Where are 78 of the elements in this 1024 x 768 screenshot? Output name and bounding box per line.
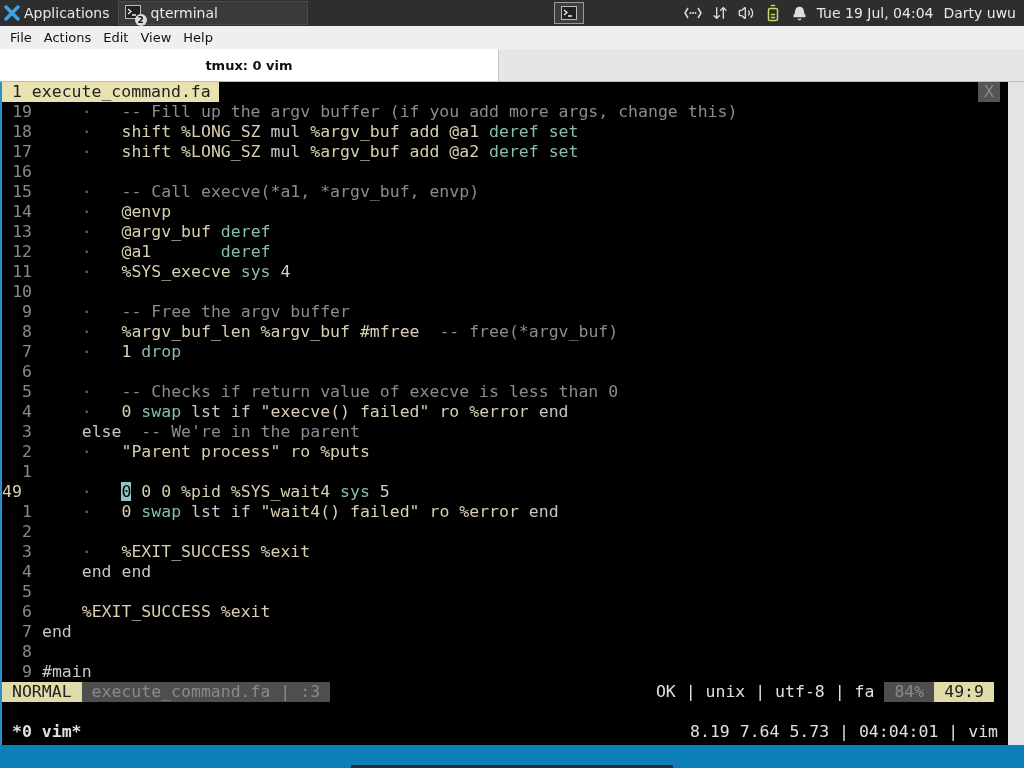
line-number: 49: [2, 482, 23, 502]
menu-item[interactable]: Actions: [37, 30, 98, 45]
line-number: 5: [21, 582, 33, 602]
code-line: · @a1 deref: [80, 242, 271, 262]
code-line: · %SYS_execve sys 4: [80, 262, 291, 282]
menu-item[interactable]: File: [4, 30, 38, 45]
line-number: 4: [21, 402, 33, 422]
file-status: execute_command.fa | :3: [81, 682, 331, 702]
terminal-icon: [560, 5, 577, 21]
line-number: 10: [11, 282, 33, 302]
line-number: 6: [21, 362, 33, 382]
line-number: 19: [11, 102, 33, 122]
code-line: end end: [80, 562, 152, 582]
applications-menu[interactable]: Applications: [0, 0, 116, 26]
task-label: qterminal: [150, 5, 218, 21]
line-number: 9: [21, 662, 33, 682]
user-name[interactable]: Darty uwu: [943, 5, 1016, 21]
line-number: 4: [21, 562, 33, 582]
code-line: · %EXIT_SUCCESS %exit: [80, 542, 311, 562]
code-line: · shift %LONG_SZ mul %argv_buf add @a2 deref set: [80, 142, 579, 162]
code-line: · 1 drop: [80, 342, 182, 362]
code-line: · 0 swap lst if "wait4() failed" ro %error end: [80, 502, 559, 522]
scroll-percent: 84%: [884, 682, 935, 702]
volume-icon[interactable]: [737, 5, 754, 21]
line-number: 18: [11, 122, 33, 142]
line-number: 8: [21, 322, 33, 342]
code-line: · shift %LONG_SZ mul %argv_buf add @a1 deref set: [80, 122, 579, 142]
line-number: 1: [21, 502, 33, 522]
code-line: end: [42, 622, 72, 642]
line-number: 8: [21, 642, 33, 662]
code-line: · %argv_buf_len %argv_buf #mfree -- free(*argv_buf): [80, 322, 619, 342]
line-number: 7: [21, 342, 33, 362]
menu-item[interactable]: Edit: [97, 30, 135, 45]
scrollbar[interactable]: [1008, 82, 1024, 745]
code-line: · -- Free the argv buffer: [80, 302, 350, 322]
code-line: %EXIT_SUCCESS %exit: [80, 602, 271, 622]
menu-item[interactable]: View: [134, 30, 178, 45]
line-number: 6: [21, 602, 33, 622]
cursor-position: 49:9: [934, 682, 994, 702]
code-line: #main: [42, 662, 92, 682]
clock[interactable]: Tue 19 Jul, 04:04: [816, 5, 934, 21]
line-number: 14: [11, 202, 33, 222]
line-number: 17: [11, 142, 33, 162]
code-line: · 0 swap lst if "execve() failed" ro %error end: [80, 402, 569, 422]
line-number: 11: [11, 262, 33, 282]
mode-indicator: NORMAL: [2, 682, 82, 702]
buffer-tab[interactable]: 1 execute_command.fa: [2, 82, 219, 102]
line-number: 5: [21, 382, 33, 402]
code-line: · -- Fill up the argv buffer (if you add more args, change this): [80, 102, 738, 122]
line-number: 3: [21, 422, 33, 442]
code-line: else -- We're in the parent: [80, 422, 360, 442]
menu-item[interactable]: Help: [177, 30, 219, 45]
code-line: · -- Call execve(*a1, *argv_buf, envp): [80, 182, 480, 202]
line-number: 15: [11, 182, 33, 202]
terminal-tab[interactable]: tmux: 0 vim: [0, 49, 499, 81]
notification-icon[interactable]: [791, 5, 807, 21]
line-number: 3: [21, 542, 33, 562]
code-line: · @argv_buf deref: [80, 222, 271, 242]
code-line: · "Parent process" ro %puts: [80, 442, 370, 462]
x-logo-icon: [4, 5, 20, 21]
line-number: 7: [21, 622, 33, 642]
line-number: 2: [21, 442, 33, 462]
code-line: · @envp: [80, 202, 172, 222]
line-number: 16: [11, 162, 33, 182]
workspace-button[interactable]: [553, 2, 584, 24]
transfer-icon[interactable]: [711, 5, 728, 21]
line-number: 12: [11, 242, 33, 262]
line-number: 1: [21, 462, 33, 482]
line-number: 2: [21, 522, 33, 542]
taskbar-button[interactable]: 2 qterminal: [117, 1, 308, 25]
tmux-status: 8.19 7.64 5.73 | 04:04:01 | vim: [689, 722, 999, 742]
file-info: OK | unix | utf-8 | fa: [654, 682, 876, 702]
network-icon: [683, 7, 702, 19]
line-number: 9: [21, 302, 33, 322]
tmux-window[interactable]: *0 vim*: [2, 722, 92, 742]
line-number: 13: [11, 222, 33, 242]
code-line: · 0 0 0 %pid %SYS_wait4 sys 5: [80, 482, 390, 502]
code-line: · -- Checks if return value of execve is less than 0: [80, 382, 619, 402]
